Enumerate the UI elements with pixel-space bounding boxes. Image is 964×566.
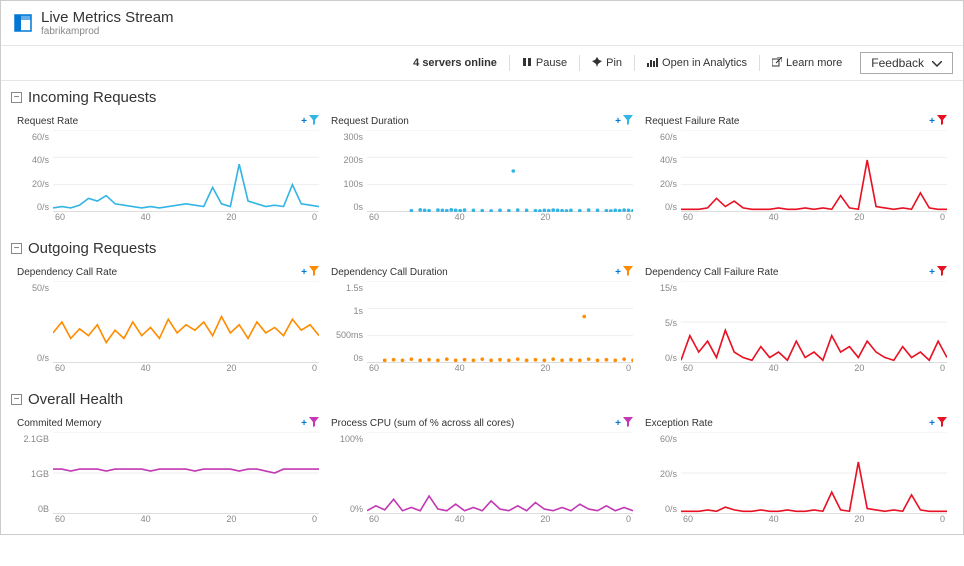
x-axis: 6040200 [53,514,319,524]
x-axis: 6040200 [53,363,319,373]
y-axis: 2.1GB1GB0B [17,432,53,528]
collapse-icon[interactable]: − [11,243,22,254]
x-axis: 6040200 [367,212,633,222]
add-icon[interactable]: + [301,116,307,127]
chart-dependency_call_duration: Dependency Call Duration +1.5s1s500ms0s60… [325,261,639,383]
y-axis: 15/s5/s0/s [645,281,681,377]
x-axis: 6040200 [681,212,947,222]
funnel-icon[interactable] [623,114,633,128]
app-logo-icon [13,13,33,33]
servers-online-label: 4 servers online [413,57,497,69]
add-icon[interactable]: + [929,267,935,278]
add-icon[interactable]: + [615,116,621,127]
chart-title: Request Duration [331,116,409,127]
funnel-icon[interactable] [309,265,319,279]
add-icon[interactable]: + [301,418,307,429]
funnel-icon[interactable] [937,265,947,279]
chart-title: Request Failure Rate [645,116,740,127]
page-title: Live Metrics Stream [41,9,174,26]
y-axis: 60/s40/s20/s0/s [645,130,681,226]
separator [509,55,510,71]
x-axis: 6040200 [367,363,633,373]
chart-title: Dependency Call Duration [331,267,448,278]
chevron-down-icon [932,56,942,70]
pin-button[interactable]: Pin [582,53,632,74]
chart-exception_rate: Exception Rate +60/s20/s0/s6040200 [639,412,953,534]
add-icon[interactable]: + [615,418,621,429]
chart-request_duration: Request Duration +300s200s100s0s6040200 [325,110,639,232]
separator [759,55,760,71]
y-axis: 100%0% [331,432,367,528]
header: Live Metrics Stream fabrikamprod [1,1,963,46]
x-axis: 6040200 [681,514,947,524]
chart-dependency_call_rate: Dependency Call Rate +50/s0/s6040200 [11,261,325,383]
servers-online[interactable]: 4 servers online [403,53,507,73]
y-axis: 60/s20/s0/s [645,432,681,528]
funnel-icon[interactable] [937,114,947,128]
x-axis: 6040200 [367,514,633,524]
chart-committed_memory: Commited Memory +2.1GB1GB0B6040200 [11,412,325,534]
x-axis: 6040200 [53,212,319,222]
y-axis: 1.5s1s500ms0s [331,281,367,377]
funnel-icon[interactable] [309,416,319,430]
section-title: Outgoing Requests [28,240,156,257]
y-axis: 60/s40/s20/s0/s [17,130,53,226]
chart-title: Exception Rate [645,418,713,429]
add-icon[interactable]: + [615,267,621,278]
pause-icon [522,57,532,70]
separator [579,55,580,71]
chart-request_rate: Request Rate +60/s40/s20/s0/s6040200 [11,110,325,232]
pause-label: Pause [536,57,567,69]
external-link-icon [772,57,782,70]
section: −Overall Health Commited Memory +2.1GB1GB0… [1,383,963,534]
chart-title: Commited Memory [17,418,101,429]
learn-more-button[interactable]: Learn more [762,53,852,74]
funnel-icon[interactable] [309,114,319,128]
chart-title: Request Rate [17,116,78,127]
app-frame: Live Metrics Stream fabrikamprod 4 serve… [0,0,964,535]
add-icon[interactable]: + [929,116,935,127]
page-subtitle: fabrikamprod [41,26,174,37]
x-axis: 6040200 [681,363,947,373]
learn-more-label: Learn more [786,57,842,69]
chart-request_failure_rate: Request Failure Rate +60/s40/s20/s0/s6040… [639,110,953,232]
chart-title: Process CPU (sum of % across all cores) [331,418,514,429]
section: −Incoming Requests Request Rate +60/s40/s2… [1,81,963,232]
y-axis: 300s200s100s0s [331,130,367,226]
collapse-icon[interactable]: − [11,394,22,405]
open-analytics-label: Open in Analytics [662,57,747,69]
section-title: Incoming Requests [28,89,156,106]
pin-icon [592,57,602,70]
section: −Outgoing Requests Dependency Call Rate +5… [1,232,963,383]
collapse-icon[interactable]: − [11,92,22,103]
pause-button[interactable]: Pause [512,53,577,74]
separator [634,55,635,71]
feedback-button[interactable]: Feedback [860,52,953,74]
section-title: Overall Health [28,391,123,408]
chart-dependency_call_failure_rate: Dependency Call Failure Rate +15/s5/s0/s6… [639,261,953,383]
feedback-label: Feedback [871,56,924,70]
analytics-icon [647,57,658,70]
chart-title: Dependency Call Failure Rate [645,267,778,278]
toolbar: 4 servers online Pause Pin Open in Analy… [1,46,963,81]
open-analytics-button[interactable]: Open in Analytics [637,53,757,74]
chart-process_cpu: Process CPU (sum of % across all cores) +… [325,412,639,534]
funnel-icon[interactable] [623,416,633,430]
add-icon[interactable]: + [301,267,307,278]
y-axis: 50/s0/s [17,281,53,377]
add-icon[interactable]: + [929,418,935,429]
chart-title: Dependency Call Rate [17,267,117,278]
funnel-icon[interactable] [623,265,633,279]
funnel-icon[interactable] [937,416,947,430]
pin-label: Pin [606,57,622,69]
